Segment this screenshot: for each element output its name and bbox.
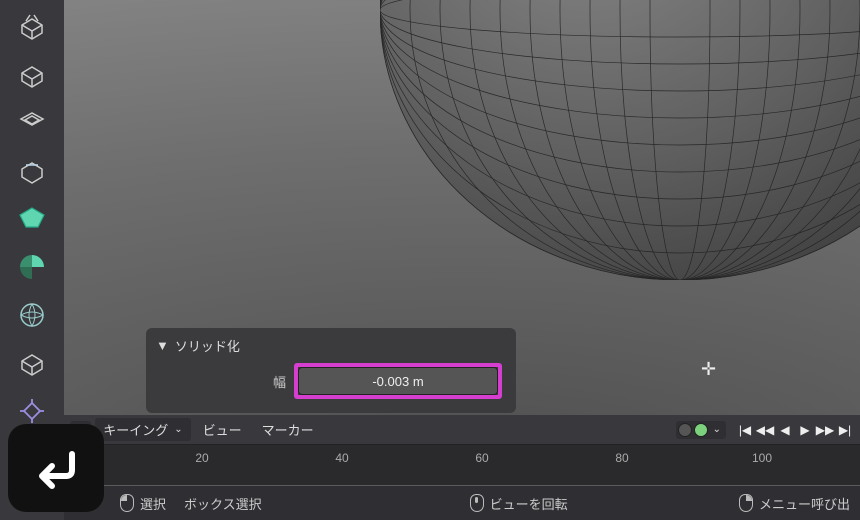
chevron-down-icon: ⌄ [174, 424, 182, 435]
tick-label: 60 [475, 451, 488, 465]
play-button[interactable]: ▶ [796, 421, 814, 439]
next-keyframe-button[interactable]: ▶▶ [816, 421, 834, 439]
jump-start-button[interactable]: |◀ [736, 421, 754, 439]
smooth-icon [16, 395, 48, 427]
tick-label: 80 [615, 451, 628, 465]
3d-cursor-icon: ✛ [701, 360, 716, 378]
mouse-left-icon [120, 494, 134, 512]
width-label: 幅 [156, 372, 286, 391]
tool-loop-cut[interactable] [9, 196, 55, 242]
chevron-down-icon: ⌄ [710, 424, 724, 435]
width-field[interactable]: -0.003 m [298, 367, 498, 395]
tool-poly-build[interactable] [9, 292, 55, 338]
marker-menu[interactable]: マーカー [254, 418, 322, 441]
status-hint-select: 選択 [120, 494, 166, 513]
view-menu[interactable]: ビュー [195, 418, 250, 441]
tool-extrude-normals[interactable] [9, 52, 55, 98]
3d-viewport[interactable]: ✛ ▼ ソリッド化 幅 -0.003 m [64, 0, 860, 415]
marker-menu-label: マーカー [262, 420, 314, 439]
tool-inset[interactable] [9, 100, 55, 146]
back-button[interactable] [8, 424, 104, 512]
chevron-down-icon: ▼ [156, 338, 169, 353]
record-icon [678, 423, 692, 437]
keying-label: キーイング [103, 420, 168, 439]
tool-extrude-region[interactable] [9, 4, 55, 50]
tool-spin[interactable] [9, 340, 55, 386]
mouse-right-icon [739, 494, 753, 512]
keying-dropdown[interactable]: キーイング ⌄ [95, 418, 190, 441]
status-hint-rotate-view: ビューを回転 [470, 494, 568, 513]
play-reverse-button[interactable]: ◀ [776, 421, 794, 439]
loop-cut-icon [16, 203, 48, 235]
timeline-ruler[interactable]: 20 40 60 80 100 120 [64, 445, 860, 485]
tick-label: 40 [335, 451, 348, 465]
auto-key-toggle[interactable]: ⌄ [676, 421, 726, 439]
inset-icon [16, 107, 48, 139]
mouse-middle-icon [470, 494, 484, 512]
return-arrow-icon [28, 440, 84, 496]
mesh-object-sphere [380, 0, 860, 280]
poly-build-icon [16, 299, 48, 331]
tool-knife[interactable] [9, 244, 55, 290]
timeline-editor: ⌄ キーイング ⌄ ビュー マーカー ⌄ |◀ ◀◀ ◀ ▶ ▶▶ ▶| 20 … [64, 415, 860, 485]
jump-end-button[interactable]: ▶| [836, 421, 854, 439]
live-icon [694, 423, 708, 437]
tick-label: 100 [752, 451, 772, 465]
view-menu-label: ビュー [203, 420, 242, 439]
bevel-icon [16, 155, 48, 187]
operator-panel-title: ソリッド化 [175, 336, 240, 355]
operator-panel-header[interactable]: ▼ ソリッド化 [156, 334, 506, 363]
width-value: -0.003 m [372, 374, 423, 389]
status-hint-context-menu: メニュー呼び出 [739, 494, 850, 513]
knife-icon [16, 251, 48, 283]
highlight-annotation: -0.003 m [294, 363, 502, 399]
status-bar: 選択 ボックス選択 ビューを回転 メニュー呼び出 [0, 486, 860, 520]
tool-bevel[interactable] [9, 148, 55, 194]
spin-icon [16, 347, 48, 379]
tick-label: 20 [195, 451, 208, 465]
timeline-header: ⌄ キーイング ⌄ ビュー マーカー ⌄ |◀ ◀◀ ◀ ▶ ▶▶ ▶| [64, 415, 860, 445]
extrude-normals-icon [16, 59, 48, 91]
status-hint-box-select: ボックス選択 [184, 494, 262, 513]
playback-controls: |◀ ◀◀ ◀ ▶ ▶▶ ▶| [736, 421, 854, 439]
operator-panel: ▼ ソリッド化 幅 -0.003 m [146, 328, 516, 413]
prev-keyframe-button[interactable]: ◀◀ [756, 421, 774, 439]
extrude-icon [16, 11, 48, 43]
